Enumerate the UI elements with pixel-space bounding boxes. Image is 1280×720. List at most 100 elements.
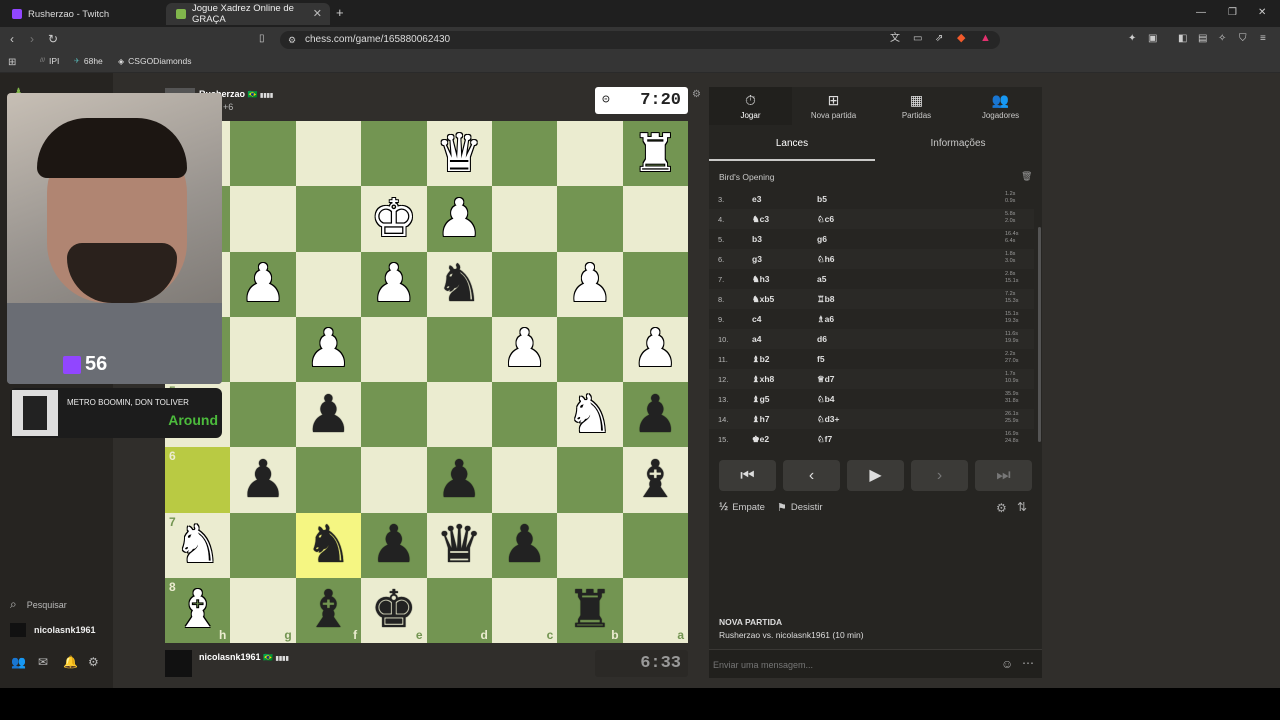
board-square[interactable] bbox=[230, 186, 296, 252]
white-move[interactable]: ♚e2 bbox=[752, 434, 769, 445]
brave-shield-icon[interactable]: ◆ bbox=[957, 32, 965, 44]
back-icon[interactable]: ‹ bbox=[10, 33, 14, 45]
tab-jogar[interactable]: ⏱ Jogar bbox=[709, 87, 792, 125]
board-square[interactable]: d bbox=[426, 577, 492, 643]
user-item[interactable]: nicolasnk1961 bbox=[10, 623, 96, 637]
friends-icon[interactable]: 👥 bbox=[11, 655, 26, 669]
board-square[interactable] bbox=[295, 251, 362, 317]
black-rook-icon[interactable]: ♜ bbox=[567, 584, 614, 636]
board-square[interactable] bbox=[622, 186, 688, 252]
white-pawn-icon[interactable]: ♟ bbox=[371, 258, 418, 310]
play-button[interactable]: ▶ bbox=[847, 460, 904, 491]
board-square[interactable]: ♝ bbox=[622, 447, 688, 513]
board-square[interactable]: f ♝ bbox=[295, 577, 362, 643]
board-square[interactable] bbox=[230, 121, 296, 187]
white-move[interactable]: ♝h7 bbox=[752, 414, 770, 425]
white-move[interactable]: ♞xb5 bbox=[752, 294, 774, 305]
new-tab-icon[interactable]: + bbox=[336, 6, 344, 19]
board-square[interactable]: ♛ bbox=[426, 121, 492, 187]
cast-icon[interactable]: ▭ bbox=[913, 33, 922, 45]
brave-rewards-icon[interactable]: ▲ bbox=[980, 32, 991, 44]
black-move[interactable]: g6 bbox=[817, 234, 827, 244]
trash-icon[interactable]: 🗑 bbox=[1021, 171, 1032, 182]
black-queen-icon[interactable]: ♛ bbox=[436, 519, 483, 571]
black-bishop-icon[interactable]: ♝ bbox=[632, 454, 679, 506]
black-move[interactable]: ♘d3+ bbox=[817, 414, 840, 425]
board-square[interactable]: ♞ bbox=[295, 512, 362, 578]
board-square[interactable]: g bbox=[230, 577, 296, 643]
last-move-button[interactable]: ⏭ bbox=[975, 460, 1032, 491]
minimize-icon[interactable]: — bbox=[1196, 7, 1206, 19]
white-move[interactable]: e3 bbox=[752, 194, 761, 204]
white-pawn-icon[interactable]: ♟ bbox=[436, 193, 483, 245]
menu-icon[interactable]: ≡ bbox=[1260, 33, 1266, 45]
white-move[interactable]: ♞c3 bbox=[752, 214, 769, 225]
settings-icon[interactable]: ⚙ bbox=[996, 501, 1007, 515]
chess-board[interactable]: 1♛♜2♚♟3♟♟♞♟4♟♟♟5♟♞♟6♟♟♝7♞♞♟♛♟8h♝gf♝e♚dcb… bbox=[165, 121, 688, 643]
black-move[interactable]: ♖b8 bbox=[817, 294, 835, 305]
bookmark-icon[interactable]: ▯ bbox=[259, 33, 265, 45]
reload-icon[interactable]: ↻ bbox=[48, 33, 58, 45]
black-knight-icon[interactable]: ♞ bbox=[305, 519, 352, 571]
board-square[interactable] bbox=[295, 186, 362, 252]
board-square[interactable]: a bbox=[622, 577, 688, 643]
board-square[interactable] bbox=[426, 316, 492, 382]
white-move[interactable]: b3 bbox=[752, 234, 762, 244]
board-square[interactable]: ♟ bbox=[622, 382, 688, 448]
white-pawn-icon[interactable]: ♟ bbox=[501, 323, 548, 375]
black-move[interactable]: ♘f7 bbox=[817, 434, 832, 445]
bookmark-csgodiamonds[interactable]: ◈ CSGODiamonds bbox=[118, 56, 191, 66]
black-knight-icon[interactable]: ♞ bbox=[436, 258, 483, 310]
black-bishop-icon[interactable]: ♝ bbox=[305, 584, 352, 636]
black-pawn-icon[interactable]: ♟ bbox=[240, 454, 287, 506]
black-move[interactable]: ♘c6 bbox=[817, 214, 834, 225]
close-icon[interactable]: ✕ bbox=[313, 7, 322, 20]
board-square[interactable] bbox=[361, 316, 427, 382]
black-pawn-icon[interactable]: ♟ bbox=[371, 519, 418, 571]
white-rook-icon[interactable]: ♜ bbox=[632, 128, 679, 180]
board-square[interactable] bbox=[491, 186, 558, 252]
board-square[interactable]: e ♚ bbox=[361, 577, 427, 643]
window-close-icon[interactable]: ✕ bbox=[1258, 7, 1266, 19]
board-square[interactable]: 8 h ♝ bbox=[165, 577, 231, 643]
black-move[interactable]: f5 bbox=[817, 354, 825, 364]
black-pawn-icon[interactable]: ♟ bbox=[436, 454, 483, 506]
black-move[interactable]: ♕d7 bbox=[817, 374, 835, 385]
white-pawn-icon[interactable]: ♟ bbox=[567, 258, 614, 310]
white-move[interactable]: ♝xh8 bbox=[752, 374, 774, 385]
board-square[interactable]: ♟ bbox=[426, 447, 492, 513]
board-settings-icon[interactable]: ⚙ bbox=[692, 89, 701, 100]
board-square[interactable] bbox=[622, 512, 688, 578]
board-square[interactable] bbox=[230, 316, 296, 382]
board-square[interactable] bbox=[491, 121, 558, 187]
board-square[interactable]: ♞ bbox=[557, 382, 623, 448]
board-square[interactable] bbox=[361, 121, 427, 187]
subtab-informacoes[interactable]: Informações bbox=[875, 127, 1041, 161]
board-square[interactable]: ♟ bbox=[557, 251, 623, 317]
board-square[interactable]: 6 bbox=[165, 447, 231, 513]
white-move[interactable]: c4 bbox=[752, 314, 761, 324]
white-king-icon[interactable]: ♚ bbox=[371, 193, 418, 245]
board-square[interactable] bbox=[361, 447, 427, 513]
board-square[interactable] bbox=[230, 382, 296, 448]
subtab-lances[interactable]: Lances bbox=[709, 127, 875, 161]
board-square[interactable] bbox=[557, 512, 623, 578]
board-square[interactable]: ♟ bbox=[230, 251, 296, 317]
white-pawn-icon[interactable]: ♟ bbox=[305, 323, 352, 375]
tab-jogadores[interactable]: 👥 Jogadores bbox=[959, 87, 1042, 125]
board-square[interactable]: ♟ bbox=[491, 316, 558, 382]
white-queen-icon[interactable]: ♛ bbox=[436, 128, 483, 180]
board-square[interactable] bbox=[491, 382, 558, 448]
board-square[interactable]: ♛ bbox=[426, 512, 492, 578]
board-square[interactable] bbox=[557, 316, 623, 382]
board-square[interactable]: 7 ♞ bbox=[165, 512, 231, 578]
resign-button[interactable]: ⚑ Desistir bbox=[777, 501, 823, 514]
tab-twitch[interactable]: Rusherzao - Twitch bbox=[2, 3, 164, 25]
white-knight-icon[interactable]: ♞ bbox=[174, 519, 221, 571]
site-info-icon[interactable]: ⚙ bbox=[288, 34, 296, 46]
board-square[interactable]: ♟ bbox=[622, 316, 688, 382]
board-square[interactable]: ♜ bbox=[622, 121, 688, 187]
maximize-icon[interactable]: ❐ bbox=[1228, 7, 1237, 19]
board-square[interactable]: ♟ bbox=[426, 186, 492, 252]
forward-icon[interactable]: › bbox=[30, 33, 34, 45]
